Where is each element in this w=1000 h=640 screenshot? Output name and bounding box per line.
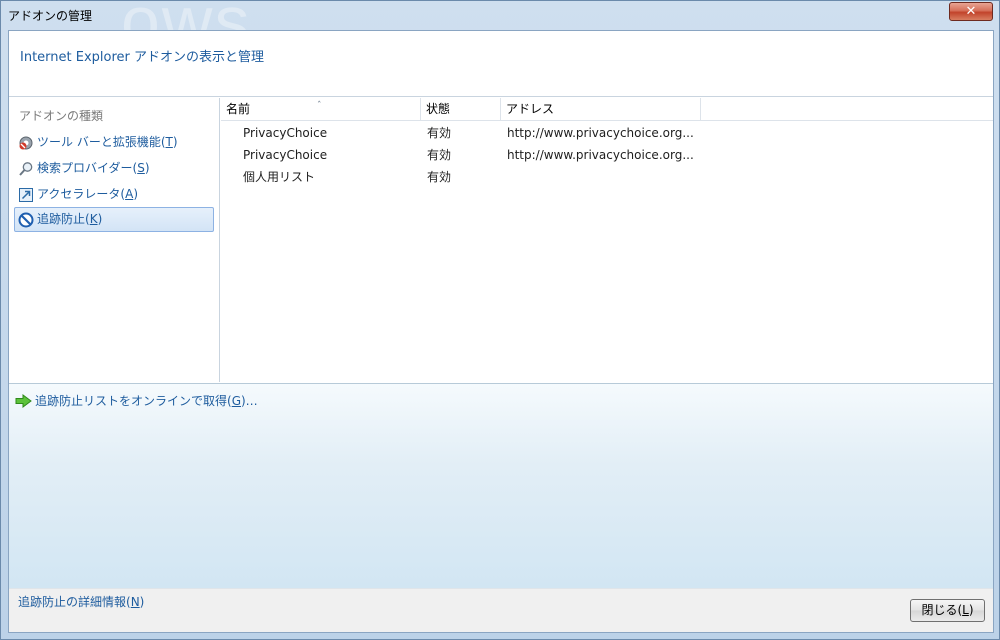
- category-toolbars-extensions[interactable]: ツール バーと拡張機能(T): [14, 130, 214, 155]
- title-bar: アドオンの管理 ✕: [1, 1, 999, 29]
- close-button[interactable]: 閉じる(L): [910, 599, 985, 622]
- dialog-header: Internet Explorer アドオンの表示と管理: [9, 31, 993, 97]
- gear-icon: [19, 136, 33, 150]
- column-address-header[interactable]: アドレス: [501, 98, 701, 121]
- row-name: PrivacyChoice: [243, 148, 328, 162]
- window-close-button[interactable]: ✕: [949, 2, 993, 21]
- get-list-label: 追跡防止リストをオンラインで取得(: [35, 394, 232, 408]
- column-status-header[interactable]: 状態: [421, 98, 501, 121]
- column-address-label: アドレス: [506, 102, 555, 116]
- close-accel: L: [962, 603, 969, 617]
- tracking-protection-info-link[interactable]: 追跡防止の詳細情報(N): [18, 593, 144, 610]
- more-info-label: 追跡防止の詳細情報(: [18, 595, 131, 609]
- get-tracking-list-online-link[interactable]: 追跡防止リストをオンラインで取得(G)…: [15, 392, 258, 410]
- row-address: http://www.privacychoice.org...: [507, 148, 694, 162]
- dialog-footer: 追跡防止の詳細情報(N) 閉じる(L): [9, 588, 993, 632]
- category-label: 検索プロバイダー(: [37, 161, 138, 175]
- row-status: 有効: [427, 148, 452, 162]
- window-title: アドオンの管理: [8, 9, 93, 23]
- list-row[interactable]: PrivacyChoice 有効 http://www.privacychoic…: [221, 144, 993, 166]
- category-label: アクセラレータ(: [37, 187, 126, 201]
- category-accelerators[interactable]: アクセラレータ(A): [14, 182, 214, 207]
- details-pane: 追跡防止リストをオンラインで取得(G)…: [9, 383, 993, 588]
- green-arrow-icon: [15, 394, 32, 408]
- category-tracking-protection[interactable]: 追跡防止(K): [14, 207, 214, 232]
- addon-manager-window: ows アドオンの管理 ✕ Internet Explorer アドオンの表示と…: [0, 0, 1000, 640]
- category-label: 追跡防止(: [37, 212, 90, 226]
- dialog-client: Internet Explorer アドオンの表示と管理 アドオンの種類 ツール…: [8, 30, 994, 633]
- close-icon: ✕: [965, 4, 977, 19]
- column-status-label: 状態: [426, 102, 451, 116]
- row-address: http://www.privacychoice.org...: [507, 126, 694, 140]
- column-name-header[interactable]: ˆ 名前: [221, 98, 421, 121]
- row-name: 個人用リスト: [243, 170, 316, 184]
- column-name-label: 名前: [226, 102, 251, 116]
- addon-list-pane: ˆ 名前 状態 アドレス PrivacyChoice 有効 http://www…: [221, 98, 993, 382]
- get-list-label-end: )…: [241, 394, 258, 408]
- category-accel: S: [137, 161, 145, 175]
- category-accel: K: [89, 212, 98, 226]
- category-label-end: ): [144, 161, 150, 175]
- close-label-end: ): [968, 603, 974, 617]
- category-label-end: ): [133, 187, 138, 201]
- addon-types-heading: アドオンの種類: [19, 109, 104, 123]
- category-label-end: ): [172, 135, 178, 149]
- tracking-protection-icon: [18, 212, 34, 228]
- category-accel: T: [165, 135, 173, 149]
- accelerator-icon: [19, 188, 33, 202]
- sort-ascending-icon: ˆ: [317, 101, 322, 111]
- row-status: 有効: [427, 126, 452, 140]
- more-info-accel: N: [130, 595, 140, 609]
- get-list-accel: G: [231, 394, 241, 408]
- row-name: PrivacyChoice: [243, 126, 328, 140]
- category-search-providers[interactable]: 検索プロバイダー(S): [14, 156, 214, 181]
- list-row[interactable]: PrivacyChoice 有効 http://www.privacychoic…: [221, 122, 993, 144]
- close-label: 閉じる(: [921, 603, 963, 617]
- addon-types-pane: アドオンの種類 ツール バーと拡張機能(T) 検索プロバイダー(S) アクセラレ…: [9, 98, 220, 382]
- more-info-label-end: ): [139, 595, 145, 609]
- list-row[interactable]: 個人用リスト 有効: [221, 166, 993, 188]
- row-status: 有効: [427, 170, 452, 184]
- category-label-end: ): [97, 212, 103, 226]
- header-title: Internet Explorer アドオンの表示と管理: [20, 50, 265, 65]
- magnifier-icon: [19, 162, 33, 176]
- list-header: ˆ 名前 状態 アドレス: [221, 98, 993, 121]
- category-label: ツール バーと拡張機能(: [37, 135, 166, 149]
